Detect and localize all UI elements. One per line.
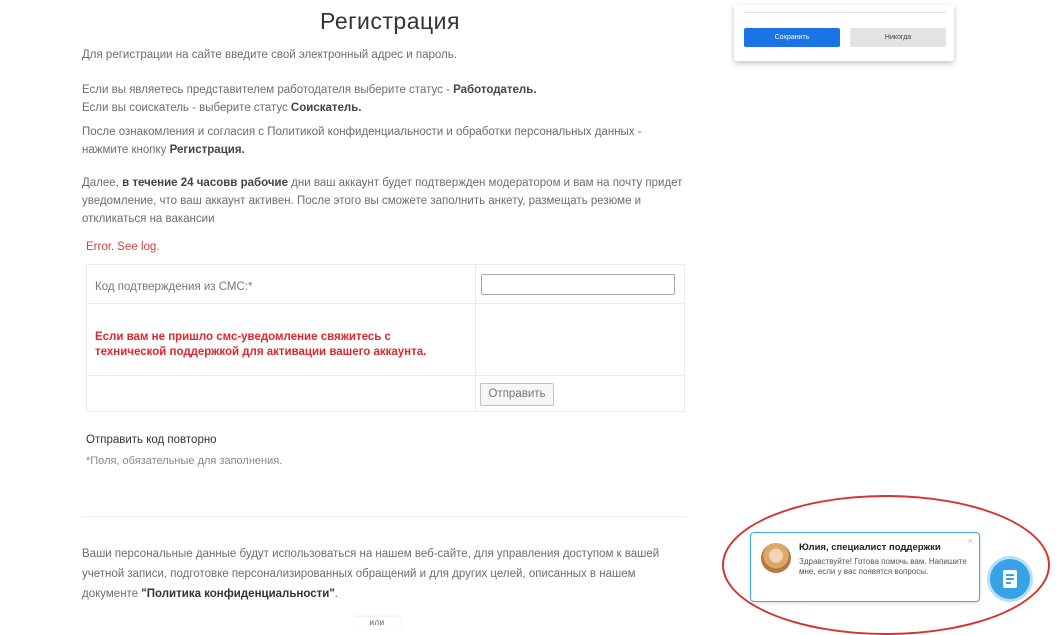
popup-save-button[interactable]: Сохранить: [744, 28, 840, 47]
popup-field: [744, 5, 946, 13]
privacy-notice: Ваши персональные данные будут использов…: [82, 544, 694, 604]
resend-code-link[interactable]: Отправить код повторно: [86, 434, 217, 446]
table-divider: [475, 265, 476, 411]
avatar: [761, 543, 791, 573]
or-separator: или: [354, 617, 400, 629]
chat-bubble[interactable]: Юлия, специалист поддержки Здравствуйте!…: [750, 532, 980, 602]
popup-never-button[interactable]: Никогда: [850, 28, 946, 47]
privacy-end: .: [334, 588, 338, 600]
sms-warning-text: Если вам не пришло смс-уведомление свяжи…: [95, 331, 427, 358]
intro-text: Для регистрации на сайте введите свой эл…: [82, 49, 457, 61]
required-fields-note: *Поля, обязательные для заполнения.: [86, 455, 283, 467]
sms-code-input[interactable]: [481, 274, 675, 295]
sms-form: Код подтверждения из СМС:* Если вам не п…: [86, 264, 685, 412]
status-instructions: Если вы являетесь представителем работод…: [82, 81, 536, 117]
policy-text: После ознакомления и согласия с Политико…: [82, 126, 642, 156]
employer-status: Работодатель.: [453, 84, 537, 96]
close-icon[interactable]: ×: [968, 536, 973, 546]
moderation-info: Далее, в течение 24 часовв рабочие дни в…: [82, 174, 687, 228]
table-divider: [87, 303, 684, 304]
page-title: Регистрация: [320, 8, 460, 34]
section-divider: [82, 516, 686, 517]
privacy-policy-link[interactable]: "Политика конфиденциальности": [141, 588, 335, 600]
error-message: Error. See log.: [86, 241, 160, 253]
agent-message: Здравствуйте! Готова помочь вам. Напишит…: [799, 557, 967, 576]
save-password-popup: Сохранить Никогда: [734, 5, 954, 61]
seeker-status: Соискатель.: [290, 102, 362, 114]
policy-button-name: Регистрация.: [169, 144, 245, 156]
employer-text: Если вы являетесь представителем работод…: [82, 84, 454, 96]
sms-code-label: Код подтверждения из СМС:*: [95, 281, 253, 293]
policy-instructions: После ознакомления и согласия с Политико…: [82, 123, 682, 159]
moderation-bold: в течение 24 часовв рабочие: [122, 177, 288, 189]
submit-button[interactable]: Отправить: [480, 383, 554, 406]
table-divider: [87, 375, 684, 376]
chat-icon: [1003, 570, 1017, 588]
agent-name: Юлия, специалист поддержки: [799, 542, 941, 553]
moderation-prefix: Далее,: [82, 177, 123, 189]
seeker-text: Если вы соискатель - выберите статус: [82, 102, 291, 114]
chat-launcher-button[interactable]: [990, 559, 1030, 599]
